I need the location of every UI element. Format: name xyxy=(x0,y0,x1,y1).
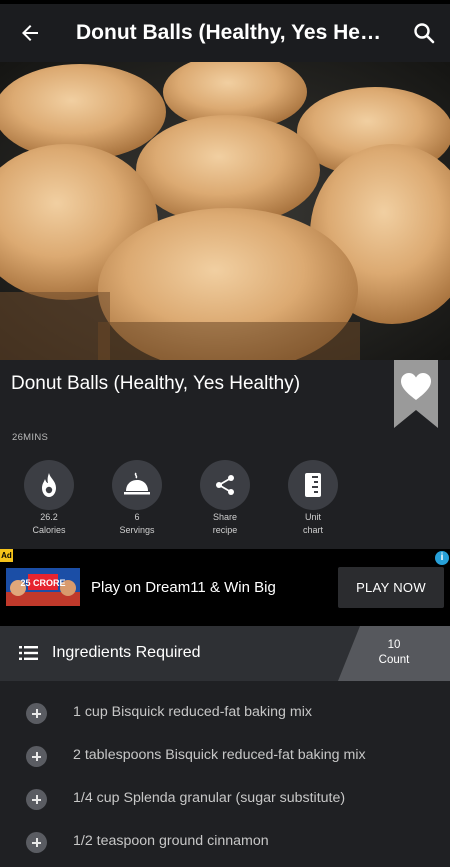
ad-badge: Ad xyxy=(0,549,13,562)
ingredient-count: 10 xyxy=(387,639,401,651)
page-title: Donut Balls (Healthy, Yes Healt... xyxy=(76,21,386,44)
share-recipe-button[interactable]: Share recipe xyxy=(198,460,252,536)
ingredient-count-badge: 10 Count xyxy=(338,626,450,681)
unit-chart-button[interactable]: Unit chart xyxy=(286,460,340,536)
ingredients-title: Ingredients Required xyxy=(52,644,201,661)
arrow-left-icon[interactable] xyxy=(18,21,42,45)
ad-headline[interactable]: Play on Dream11 & Win Big xyxy=(91,579,276,596)
ad-thumbnail[interactable]: 25 CRORE xyxy=(6,568,80,606)
fire-icon xyxy=(24,460,74,510)
add-icon[interactable] xyxy=(26,789,47,810)
servings-value: 6 xyxy=(134,512,140,522)
add-icon[interactable] xyxy=(26,703,47,724)
ingredient-text: 1/2 teaspoon ground cinnamon xyxy=(73,833,269,849)
add-icon[interactable] xyxy=(26,746,47,767)
ingredient-row[interactable]: 1/4 cup Splenda granular (sugar substitu… xyxy=(0,779,450,822)
favorite-bookmark[interactable] xyxy=(394,360,438,428)
cook-time: 26MINS xyxy=(12,432,49,443)
unit-chart-icon[interactable] xyxy=(288,460,338,510)
stat-servings: 6 Servings xyxy=(110,460,164,536)
recipe-hero-image xyxy=(0,62,450,360)
ingredient-row[interactable]: 1 cup Bisquick reduced-fat baking mix xyxy=(0,693,450,736)
share-icon[interactable] xyxy=(200,460,250,510)
ingredients-header: Ingredients Required 10 Count xyxy=(0,626,450,681)
ingredient-row[interactable]: 2 tablespoons Bisquick reduced-fat bakin… xyxy=(0,736,450,779)
search-icon[interactable] xyxy=(412,21,436,45)
add-icon[interactable] xyxy=(26,832,47,853)
ingredient-text: 1 cup Bisquick reduced-fat baking mix xyxy=(73,704,312,720)
servings-label: Servings xyxy=(119,525,155,535)
serving-dish-icon xyxy=(112,460,162,510)
ad-thumb-text: 25 CRORE xyxy=(20,578,65,588)
ingredient-text: 1/4 cup Splenda granular (sugar substitu… xyxy=(73,790,346,806)
recipe-title: Donut Balls (Healthy, Yes Healthy) xyxy=(11,373,301,394)
share-label: Share xyxy=(212,512,238,522)
calories-value: 26.2 xyxy=(40,512,58,522)
ad-banner[interactable]: Ad i 25 CRORE Play on Dream11 & Win Big … xyxy=(0,549,450,627)
ingredient-row[interactable]: 1/2 teaspoon ground cinnamon xyxy=(0,822,450,865)
info-icon[interactable]: i xyxy=(435,551,449,565)
unit-label: Unit xyxy=(304,512,321,522)
calories-label: Calories xyxy=(32,525,66,535)
ingredient-text: 2 tablespoons Bisquick reduced-fat bakin… xyxy=(73,747,366,763)
app-bar: Donut Balls (Healthy, Yes Healt... xyxy=(0,4,450,62)
unit-sublabel: chart xyxy=(302,525,323,535)
stat-calories: 26.2 Calories xyxy=(22,460,76,536)
ingredient-count-label: Count xyxy=(378,654,410,666)
play-now-button[interactable]: PLAY NOW xyxy=(338,567,444,608)
list-icon xyxy=(19,646,38,660)
share-sublabel: recipe xyxy=(212,525,238,535)
